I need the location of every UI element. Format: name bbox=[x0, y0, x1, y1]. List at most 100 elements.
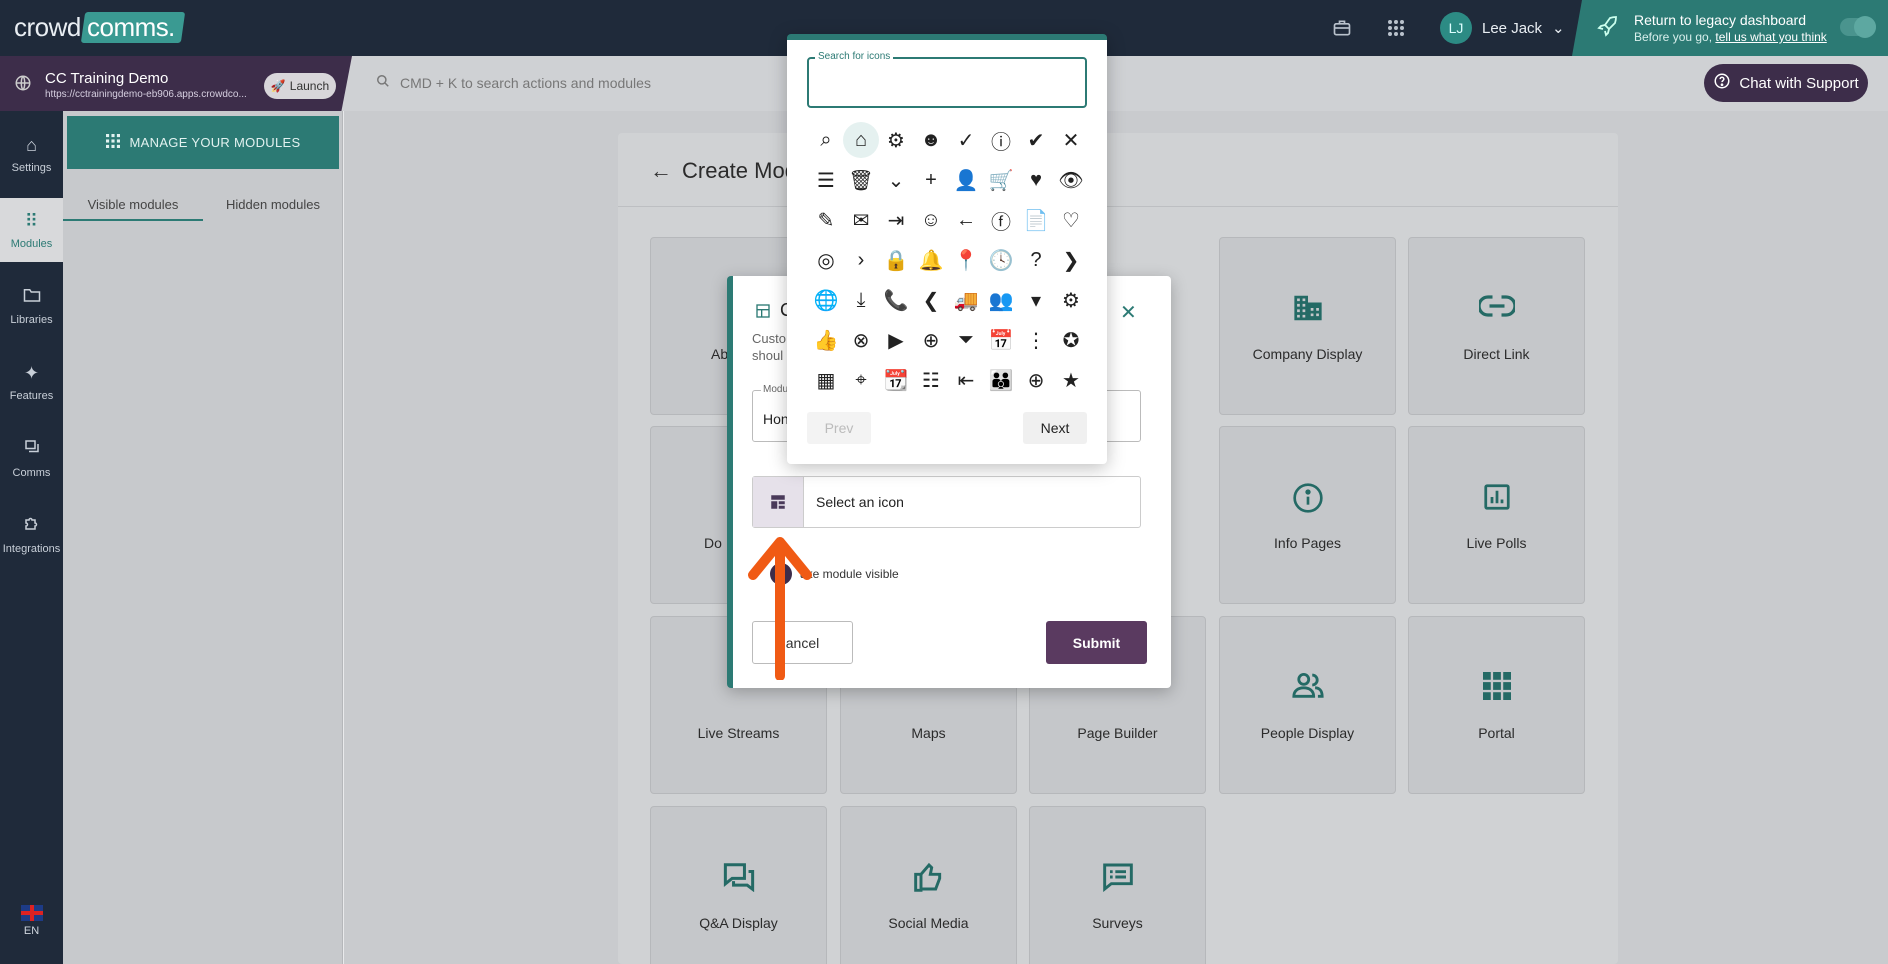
launch-button[interactable]: 🚀 Launch bbox=[264, 73, 336, 99]
heart-outline-icon[interactable]: ♡ bbox=[1053, 202, 1089, 238]
language-selector[interactable]: EN bbox=[0, 905, 63, 937]
clock-icon[interactable]: 🕓 bbox=[983, 242, 1019, 278]
legacy-dashboard-banner[interactable]: Return to legacy dashboard Before you go… bbox=[1572, 0, 1888, 56]
icon-search-field[interactable]: Search for icons bbox=[807, 51, 1087, 108]
tab-hidden-modules[interactable]: Hidden modules bbox=[203, 191, 343, 221]
module-card-social-media[interactable]: Social Media bbox=[840, 806, 1017, 964]
mail-icon[interactable]: ✉ bbox=[843, 202, 879, 238]
lock-icon[interactable]: 🔒 bbox=[878, 242, 914, 278]
nav-libraries[interactable]: Libraries bbox=[0, 274, 63, 338]
nav-integrations[interactable]: Integrations bbox=[0, 502, 63, 566]
uk-flag-icon bbox=[20, 905, 43, 921]
user-menu[interactable]: LJ Lee Jack ⌄ bbox=[1440, 10, 1565, 46]
gear-icon[interactable]: ⚙ bbox=[878, 122, 914, 158]
star-icon[interactable]: ★ bbox=[1053, 362, 1089, 398]
module-card-info-pages[interactable]: Info Pages bbox=[1219, 426, 1396, 604]
verified-icon[interactable]: ✪ bbox=[1053, 322, 1089, 358]
chevron-right-small-icon[interactable]: › bbox=[843, 242, 879, 278]
facebook-icon[interactable]: ⓕ bbox=[983, 202, 1019, 238]
place-icon[interactable]: 📍 bbox=[948, 242, 984, 278]
nav-comms[interactable]: Comms bbox=[0, 426, 63, 490]
face-icon[interactable]: ☺ bbox=[913, 202, 949, 238]
groups-icon[interactable]: 👥 bbox=[983, 282, 1019, 318]
check-icon[interactable]: ✓ bbox=[948, 122, 984, 158]
play-icon[interactable]: ▶ bbox=[878, 322, 914, 358]
close-icon[interactable]: ✕ bbox=[1120, 300, 1137, 325]
add-circle-icon[interactable]: ⊕ bbox=[1018, 362, 1054, 398]
poll-icon bbox=[1409, 482, 1584, 520]
people-icon[interactable]: 👪 bbox=[983, 362, 1019, 398]
module-card-qa-display[interactable]: Q&A Display bbox=[650, 806, 827, 964]
module-card-live-polls[interactable]: Live Polls bbox=[1408, 426, 1585, 604]
close-icon[interactable]: ✕ bbox=[1053, 122, 1089, 158]
puzzle-icon bbox=[23, 514, 41, 537]
event-url: https://cctrainingdemo-eb906.apps.crowdc… bbox=[45, 89, 247, 100]
module-card-people-display[interactable]: People Display bbox=[1219, 616, 1396, 794]
info-icon[interactable]: ⓘ bbox=[983, 122, 1019, 158]
manage-modules-button[interactable]: MANAGE YOUR MODULES bbox=[67, 116, 339, 169]
plus-icon[interactable]: + bbox=[913, 162, 949, 198]
truck-icon[interactable]: 🚚 bbox=[948, 282, 984, 318]
document-icon[interactable]: 📄 bbox=[1018, 202, 1054, 238]
phone-icon[interactable]: 📞 bbox=[878, 282, 914, 318]
account-circle-icon[interactable]: ☻ bbox=[913, 122, 949, 158]
logout-icon[interactable]: ⇥ bbox=[878, 202, 914, 238]
event-icon[interactable]: 📅 bbox=[983, 322, 1019, 358]
search-icon[interactable]: ⌕ bbox=[808, 122, 844, 158]
download-icon[interactable]: ⤓ bbox=[843, 282, 879, 318]
caret-down-icon[interactable]: ▾ bbox=[1018, 282, 1054, 318]
pencil-icon[interactable]: ✎ bbox=[808, 202, 844, 238]
dashboard-icon bbox=[753, 477, 804, 527]
check-circle-icon[interactable]: ✔ bbox=[1018, 122, 1054, 158]
thumb-up-icon bbox=[841, 862, 1016, 900]
dashboard-icon[interactable]: ▦ bbox=[808, 362, 844, 398]
module-card-portal[interactable]: Portal bbox=[1408, 616, 1585, 794]
menu-icon[interactable]: ☰ bbox=[808, 162, 844, 198]
cart-icon[interactable]: 🛒 bbox=[983, 162, 1019, 198]
feedback-link[interactable]: tell us what you think bbox=[1715, 30, 1826, 44]
submit-button[interactable]: Submit bbox=[1046, 621, 1147, 664]
manage-accounts-icon[interactable]: ⚙ bbox=[1053, 282, 1089, 318]
thumb-up-icon[interactable]: 👍 bbox=[808, 322, 844, 358]
arrow-left-icon[interactable]: ← bbox=[948, 202, 984, 238]
back-arrow-icon[interactable]: ← bbox=[650, 158, 672, 184]
briefcase-icon[interactable] bbox=[1330, 16, 1354, 40]
globe-icon[interactable]: 🌐 bbox=[808, 282, 844, 318]
icon-search-input[interactable] bbox=[817, 73, 1077, 93]
home-icon[interactable]: ⌂ bbox=[843, 122, 879, 158]
module-card-surveys[interactable]: Surveys bbox=[1029, 806, 1206, 964]
calendar-icon[interactable]: 📆 bbox=[878, 362, 914, 398]
heart-icon[interactable]: ♥ bbox=[1018, 162, 1054, 198]
command-search[interactable]: CMD + K to search actions and modules bbox=[376, 74, 651, 91]
place-2-icon[interactable]: ⌖ bbox=[843, 362, 879, 398]
chevron-down-icon[interactable]: ⌄ bbox=[878, 162, 914, 198]
nav-features[interactable]: ✦ Features bbox=[0, 350, 63, 414]
crowdcomms-logo[interactable]: crowd comms. bbox=[14, 11, 186, 43]
trash-icon[interactable]: 🗑 bbox=[843, 162, 879, 198]
module-card-company-display[interactable]: Company Display bbox=[1219, 237, 1396, 415]
filter-icon[interactable]: ⏷ bbox=[948, 322, 984, 358]
module-card-direct-link[interactable]: Direct Link bbox=[1408, 237, 1585, 415]
cancel-icon[interactable]: ⊗ bbox=[843, 322, 879, 358]
add-circle-outline-icon[interactable]: ⊕ bbox=[913, 322, 949, 358]
more-vert-icon[interactable]: ⋮ bbox=[1018, 322, 1054, 358]
nav-settings[interactable]: ⌂ Settings bbox=[0, 122, 63, 186]
list-icon[interactable]: ☷ bbox=[913, 362, 949, 398]
tab-visible-modules[interactable]: Visible modules bbox=[63, 191, 203, 221]
login-icon[interactable]: ⇤ bbox=[948, 362, 984, 398]
nav-modules[interactable]: ⠿ Modules bbox=[0, 198, 63, 262]
next-page-button[interactable]: Next bbox=[1023, 412, 1087, 444]
fingerprint-icon[interactable]: ◎ bbox=[808, 242, 844, 278]
prev-page-button[interactable]: Prev bbox=[807, 412, 871, 444]
legacy-toggle[interactable] bbox=[1840, 16, 1876, 38]
person-icon[interactable]: 👤 bbox=[948, 162, 984, 198]
eye-icon[interactable]: 👁 bbox=[1053, 162, 1089, 198]
chevron-right-icon[interactable]: ❯ bbox=[1053, 242, 1089, 278]
chevron-left-icon[interactable]: ❮ bbox=[913, 282, 949, 318]
bell-icon[interactable]: 🔔 bbox=[913, 242, 949, 278]
avatar: LJ bbox=[1440, 12, 1472, 44]
apps-grid-icon[interactable] bbox=[1384, 16, 1408, 40]
chat-support-button[interactable]: Chat with Support bbox=[1704, 64, 1868, 102]
help-icon[interactable]: ? bbox=[1018, 242, 1054, 278]
icon-select-field[interactable]: Select an icon bbox=[752, 476, 1141, 528]
